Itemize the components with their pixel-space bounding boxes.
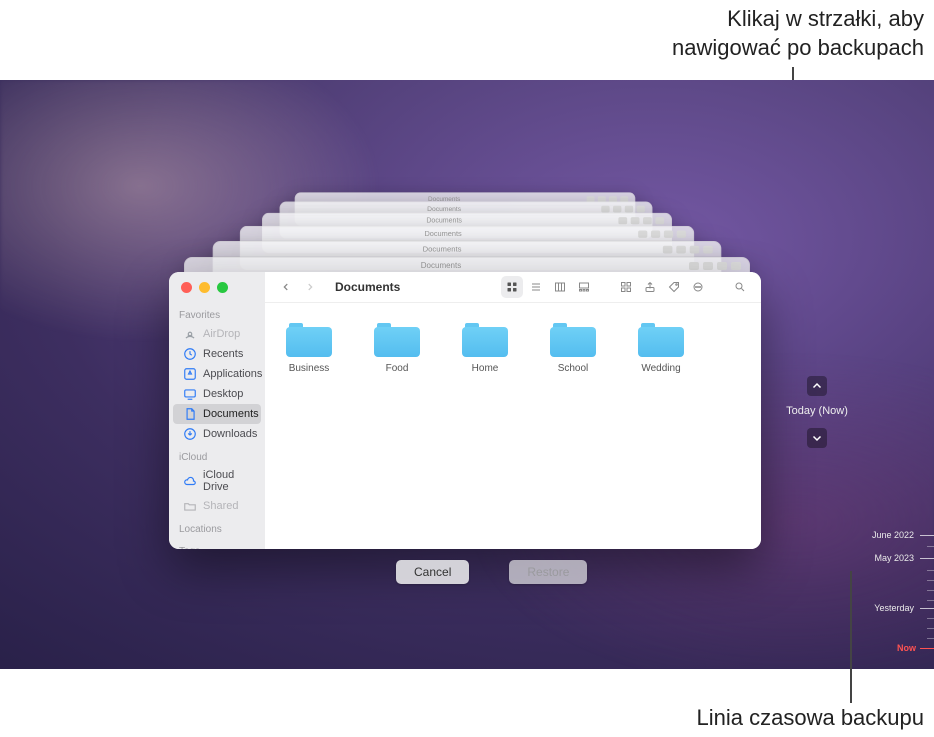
callout-bottom-text: Linia czasowa backupu [697,705,924,730]
window-title: Documents [335,280,400,294]
view-columns-button[interactable] [549,276,571,298]
documents-icon [183,407,197,421]
window-traffic-lights[interactable] [181,282,228,293]
callout-bottom: Linia czasowa backupu [524,704,924,733]
previous-backup-button[interactable] [807,376,827,396]
sidebar-item-airdrop[interactable]: AirDrop [173,324,261,344]
folder-icon [550,321,596,357]
backup-navigation: Today (Now) [777,373,857,451]
timeline-label: May 2023 [874,553,914,563]
folder-label: Food [386,363,409,374]
folder-icon [638,321,684,357]
airdrop-icon [183,327,197,341]
restore-button[interactable]: Restore [509,560,587,584]
sidebar-item-icloud-drive[interactable]: iCloud Drive [173,466,261,496]
backup-timeline[interactable]: June 2022 May 2023 Yesterday Now [862,518,934,658]
action-menu-button[interactable] [687,276,709,298]
folder-label: Home [472,363,499,374]
sidebar-item-label: Downloads [203,428,257,440]
view-gallery-button[interactable] [573,276,595,298]
sidebar-item-label: AirDrop [203,328,240,340]
view-icons-button[interactable] [501,276,523,298]
folder-label: Business [289,363,330,374]
group-by-button[interactable] [615,276,637,298]
sidebar-item-recents[interactable]: Recents [173,344,261,364]
cancel-button[interactable]: Cancel [396,560,469,584]
timeline-label: June 2022 [872,530,914,540]
next-backup-button[interactable] [807,428,827,448]
sidebar-item-shared[interactable]: Shared [173,496,261,516]
finder-window: Favorites AirDrop Recents Applications [169,272,761,549]
finder-sidebar: Favorites AirDrop Recents Applications [169,272,265,549]
finder-content: Business Food Home School Wedding [265,303,761,549]
share-button[interactable] [639,276,661,298]
current-backup-label: Today (Now) [786,405,848,417]
tags-button[interactable] [663,276,685,298]
zoom-window-button[interactable] [217,282,228,293]
clock-icon [183,347,197,361]
callout-top: Klikaj w strzałki, aby nawigować po back… [424,5,924,62]
folder-item[interactable]: Food [367,321,427,374]
downloads-icon [183,427,197,441]
time-machine-desktop: Documents Documents Documents Documents … [0,80,934,669]
sidebar-tags-header: Tags [169,538,265,549]
folder-label: Wedding [641,363,680,374]
folder-icon [462,321,508,357]
sidebar-locations-header: Locations [169,516,265,538]
shared-folder-icon [183,499,197,513]
folder-icon [286,321,332,357]
sidebar-item-label: iCloud Drive [203,469,253,493]
applications-icon [183,367,197,381]
folder-item[interactable]: School [543,321,603,374]
folder-icon [374,321,420,357]
callout-top-text: Klikaj w strzałki, aby nawigować po back… [672,6,924,60]
sidebar-item-label: Desktop [203,388,243,400]
sidebar-favorites-header: Favorites [169,302,265,324]
sidebar-item-applications[interactable]: Applications [173,364,261,384]
close-window-button[interactable] [181,282,192,293]
action-buttons: Cancel Restore [396,560,587,584]
view-list-button[interactable] [525,276,547,298]
sidebar-item-downloads[interactable]: Downloads [173,424,261,444]
timeline-label: Yesterday [874,603,914,613]
view-mode-group [501,276,595,298]
forward-button[interactable] [299,276,321,298]
sidebar-item-desktop[interactable]: Desktop [173,384,261,404]
finder-main: Documents [265,272,761,549]
desktop-icon [183,387,197,401]
sidebar-icloud-header: iCloud [169,444,265,466]
sidebar-item-label: Documents [203,408,259,420]
minimize-window-button[interactable] [199,282,210,293]
folder-item[interactable]: Home [455,321,515,374]
sidebar-item-label: Applications [203,368,262,380]
cloud-icon [183,474,197,488]
folder-label: School [558,363,589,374]
sidebar-item-label: Shared [203,500,238,512]
sidebar-item-documents[interactable]: Documents [173,404,261,424]
search-button[interactable] [729,276,751,298]
back-button[interactable] [275,276,297,298]
finder-toolbar: Documents [265,272,761,303]
timeline-now-label: Now [897,643,916,653]
sidebar-item-label: Recents [203,348,243,360]
folder-item[interactable]: Business [279,321,339,374]
folder-item[interactable]: Wedding [631,321,691,374]
